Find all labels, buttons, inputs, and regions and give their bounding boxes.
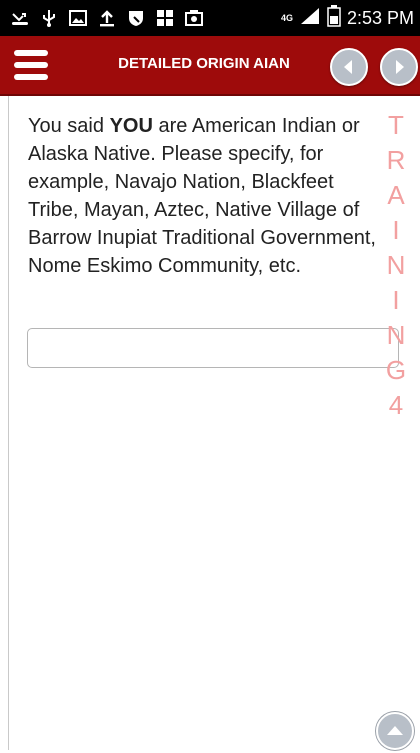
shield-icon [126, 8, 146, 28]
camera-icon [184, 8, 204, 28]
missed-call-icon [10, 8, 30, 28]
apps-icon [155, 8, 175, 28]
origin-answer-input[interactable] [27, 328, 399, 368]
question-text-pre: You said [28, 115, 110, 137]
chevron-up-icon [387, 726, 403, 735]
status-right: 4G 2:53 PM [280, 4, 414, 32]
signal-icon [299, 6, 321, 31]
page-title: DETAILED ORIGIN AIAN [118, 55, 290, 72]
question-panel: You said YOU are American Indian or Alas… [0, 96, 420, 750]
network-type: 4G [280, 12, 293, 23]
battery-icon [327, 4, 341, 32]
usb-icon [39, 8, 59, 28]
clock: 2:53 PM [346, 7, 414, 28]
upload-icon [97, 8, 117, 28]
notification-icons [10, 6, 204, 30]
chevron-left-icon [344, 60, 352, 74]
app-header: DETAILED ORIGIN AIAN [0, 36, 420, 96]
question-emphasis: YOU [109, 115, 153, 137]
image-icon [68, 8, 88, 28]
back-button[interactable] [330, 48, 368, 86]
question-text-post: are American Indian or Alaska Native. Pl… [28, 115, 376, 277]
chevron-right-icon [396, 60, 404, 74]
forward-button[interactable] [380, 48, 418, 86]
hamburger-menu-icon[interactable] [14, 49, 48, 81]
scroll-up-button[interactable] [376, 712, 414, 750]
question-text: You said YOU are American Indian or Alas… [28, 112, 388, 280]
status-bar: 4G 2:53 PM [0, 0, 420, 36]
